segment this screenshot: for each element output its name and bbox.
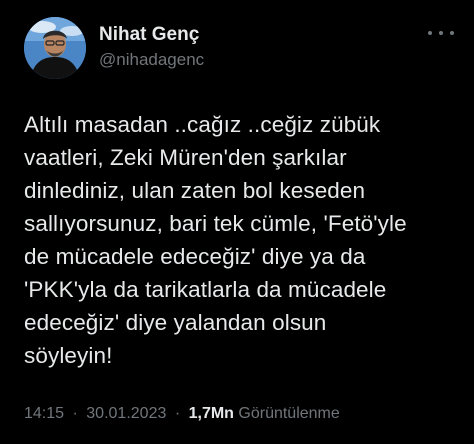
author-block[interactable]: Nihat Genç @nihadagenc <box>99 24 204 71</box>
tweet-date[interactable]: 30.01.2023 <box>86 405 166 422</box>
tweet-time[interactable]: 14:15 <box>24 405 64 422</box>
more-horizontal-icon[interactable] <box>428 23 454 43</box>
tweet-header: Nihat Genç @nihadagenc <box>24 17 454 79</box>
author-handle[interactable]: @nihadagenc <box>99 49 204 71</box>
more-dot <box>428 31 432 35</box>
avatar-image <box>24 17 86 79</box>
tweet-meta: 14:15 · 30.01.2023 · 1,7Mn Görüntülenme <box>24 405 340 423</box>
meta-separator: · <box>174 405 181 422</box>
avatar[interactable] <box>24 17 86 79</box>
author-display-name[interactable]: Nihat Genç <box>99 24 204 46</box>
more-dot <box>439 31 443 35</box>
views-count[interactable]: 1,7Mn <box>189 405 234 422</box>
meta-separator: · <box>72 405 78 422</box>
tweet-text: Altılı masadan ..cağız ..ceğiz zübük vaa… <box>24 112 407 368</box>
more-dot <box>450 31 454 35</box>
tweet-card: Nihat Genç @nihadagenc Altılı masadan ..… <box>0 0 474 444</box>
views-label[interactable]: Görüntülenme <box>238 405 339 422</box>
